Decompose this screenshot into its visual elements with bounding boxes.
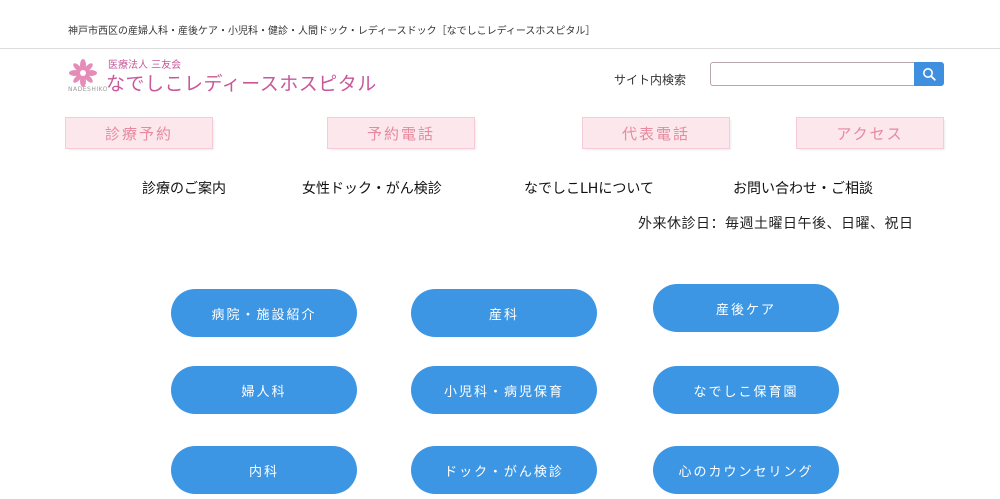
search-icon [923, 68, 936, 81]
menu-button-counseling[interactable]: 心のカウンセリング [653, 446, 839, 494]
flower-logo-icon [69, 59, 97, 87]
menu-button-obstetrics[interactable]: 産科 [411, 289, 597, 337]
nav-item-contact[interactable]: お問い合わせ・ご相談 [733, 178, 873, 198]
menu-button-nursery[interactable]: なでしこ保育園 [653, 366, 839, 414]
search-input[interactable] [710, 62, 914, 86]
access-button[interactable]: アクセス [797, 118, 943, 148]
logo-hospital-name: なでしこレディースホスピタル [106, 73, 377, 95]
closed-days-notice: 外来休診日：毎週土曜日午後、日曜、祝日 [638, 216, 914, 232]
menu-button-facility[interactable]: 病院・施設紹介 [171, 289, 357, 337]
main-phone-button[interactable]: 代表電話 [583, 118, 729, 148]
menu-button-pediatrics[interactable]: 小児科・病児保育 [411, 366, 597, 414]
reservation-phone-button[interactable]: 予約電話 [328, 118, 474, 148]
menu-button-dock-screening[interactable]: ドック・がん検診 [411, 446, 597, 494]
nav-item-medical-guide[interactable]: 診療のご案内 [142, 178, 226, 198]
search-label: サイト内検索 [614, 73, 687, 87]
search-button[interactable] [914, 62, 944, 86]
top-bar: 神戸市西区の産婦人科・産後ケア・小児科・健診・人間ドック・レディースドック［なで… [0, 0, 1000, 54]
reservation-button[interactable]: 診療予約 [66, 118, 212, 148]
site-tagline: 神戸市西区の産婦人科・産後ケア・小児科・健診・人間ドック・レディースドック［なで… [68, 26, 596, 37]
logo-subtext: NADESHIKO [68, 86, 108, 93]
nav-item-about[interactable]: なでしこLHについて [524, 178, 654, 198]
menu-button-gynecology[interactable]: 婦人科 [171, 366, 357, 414]
menu-button-postpartum-care[interactable]: 産後ケア [653, 284, 839, 332]
header-divider [0, 48, 1000, 49]
site-logo[interactable]: NADESHIKO 医療法人 三友会 なでしこレディースホスピタル [68, 56, 376, 98]
nav-item-women-dock[interactable]: 女性ドック・がん検診 [302, 178, 442, 198]
menu-button-internal-medicine[interactable]: 内科 [171, 446, 357, 494]
